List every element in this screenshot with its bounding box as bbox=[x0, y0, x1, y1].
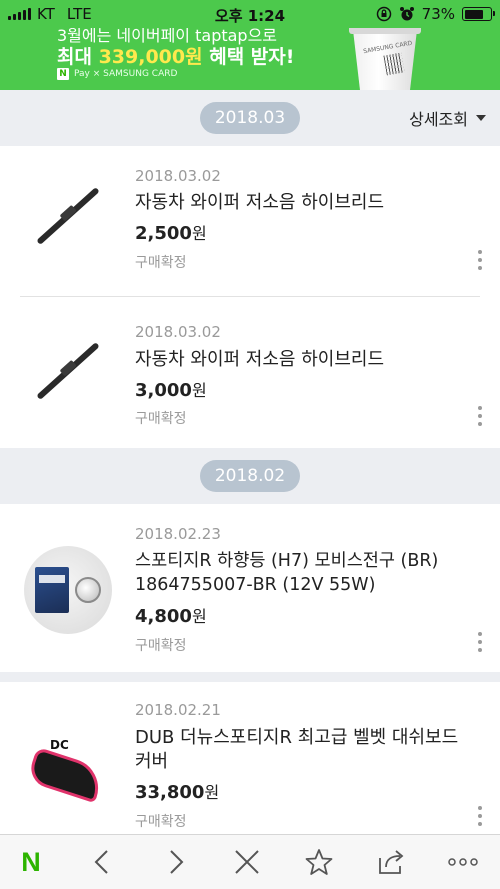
banner-partner: N Pay × SAMSUNG CARD bbox=[57, 68, 177, 80]
status-right: 73% bbox=[376, 5, 495, 23]
barcode-icon bbox=[383, 52, 405, 76]
wiper-thumbnail bbox=[24, 172, 112, 260]
more-options-icon[interactable] bbox=[472, 804, 488, 828]
more-icon[interactable] bbox=[445, 844, 481, 880]
bookmark-star-icon[interactable] bbox=[301, 844, 337, 880]
bulb-thumbnail bbox=[24, 546, 112, 634]
order-status: 구매확정 bbox=[135, 814, 187, 830]
dashboard-cover-thumbnail: DC bbox=[24, 722, 108, 810]
more-options-icon[interactable] bbox=[472, 404, 488, 428]
partner-text: Pay × SAMSUNG CARD bbox=[74, 69, 178, 79]
order-date: 2018.03.02 bbox=[135, 323, 221, 341]
order-date: 2018.03.02 bbox=[135, 167, 221, 185]
more-options-icon[interactable] bbox=[472, 630, 488, 654]
month-header: 2018.02 bbox=[0, 448, 500, 504]
order-item[interactable]: 2018.03.02 자동차 와이퍼 저소음 하이브리드 3,000원 구매확정 bbox=[0, 297, 500, 445]
section-gap bbox=[0, 672, 500, 682]
banner-headline-prefix: 최대 bbox=[57, 46, 99, 68]
product-price: 33,800원 bbox=[135, 782, 220, 803]
product-price: 3,000원 bbox=[135, 380, 207, 401]
product-name[interactable]: 스포티지R 하향등 (H7) 모비스전구 (BR) 1864755007-BR … bbox=[135, 549, 465, 597]
order-item[interactable]: DC 2018.02.21 DUB 더뉴스포티지R 최고급 벨벳 대쉬보드커버 … bbox=[0, 682, 500, 834]
order-status: 구매확정 bbox=[135, 411, 187, 427]
share-icon[interactable] bbox=[373, 844, 409, 880]
order-item[interactable]: 2018.02.23 스포티지R 하향등 (H7) 모비스전구 (BR) 186… bbox=[0, 504, 500, 672]
browser-toolbar: N bbox=[0, 834, 500, 889]
product-price: 2,500원 bbox=[135, 223, 207, 244]
order-item[interactable]: 2018.03.02 자동차 와이퍼 저소음 하이브리드 2,500원 구매확정 bbox=[0, 146, 500, 296]
product-name[interactable]: 자동차 와이퍼 저소음 하이브리드 bbox=[135, 348, 465, 372]
wiper-thumbnail bbox=[24, 327, 112, 415]
forward-icon[interactable] bbox=[158, 844, 194, 880]
promo-banner[interactable]: 3월에는 네이버페이 taptap으로 최대 339,000원 혜택 받자! N… bbox=[0, 28, 500, 90]
order-status: 구매확정 bbox=[135, 638, 187, 654]
banner-amount: 339,000원 bbox=[98, 46, 203, 68]
month-header: 2018.03 상세조회 bbox=[0, 90, 500, 146]
banner-headline: 최대 339,000원 혜택 받자! bbox=[57, 42, 294, 69]
order-date: 2018.02.23 bbox=[135, 525, 221, 543]
product-price: 4,800원 bbox=[135, 606, 207, 627]
close-icon[interactable] bbox=[229, 844, 265, 880]
alarm-icon bbox=[399, 7, 414, 21]
month-pill: 2018.03 bbox=[200, 102, 300, 134]
order-date: 2018.02.21 bbox=[135, 701, 221, 719]
npay-logo: N bbox=[57, 68, 69, 80]
naver-home-icon[interactable]: N bbox=[13, 844, 49, 880]
more-options-icon[interactable] bbox=[472, 248, 488, 272]
status-bar: KT LTE 오후 1:24 73% bbox=[0, 0, 500, 28]
order-status: 구매확정 bbox=[135, 255, 187, 271]
product-name[interactable]: 자동차 와이퍼 저소음 하이브리드 bbox=[135, 191, 465, 215]
detail-view-dropdown[interactable]: 상세조회 bbox=[409, 106, 486, 130]
back-icon[interactable] bbox=[84, 844, 120, 880]
banner-headline-suffix: 혜택 받자! bbox=[202, 46, 295, 68]
dc-logo: DC bbox=[50, 738, 69, 752]
battery-icon bbox=[462, 7, 495, 21]
battery-fill bbox=[464, 9, 483, 19]
battery-percent: 73% bbox=[421, 5, 455, 23]
detail-view-label: 상세조회 bbox=[409, 110, 468, 129]
product-name[interactable]: DUB 더뉴스포티지R 최고급 벨벳 대쉬보드커버 bbox=[135, 726, 465, 774]
month-pill: 2018.02 bbox=[200, 460, 300, 492]
coffee-cup-image: SAMSUNG CARD bbox=[345, 28, 421, 90]
rotation-lock-icon bbox=[376, 6, 391, 22]
caret-down-icon bbox=[476, 115, 486, 121]
